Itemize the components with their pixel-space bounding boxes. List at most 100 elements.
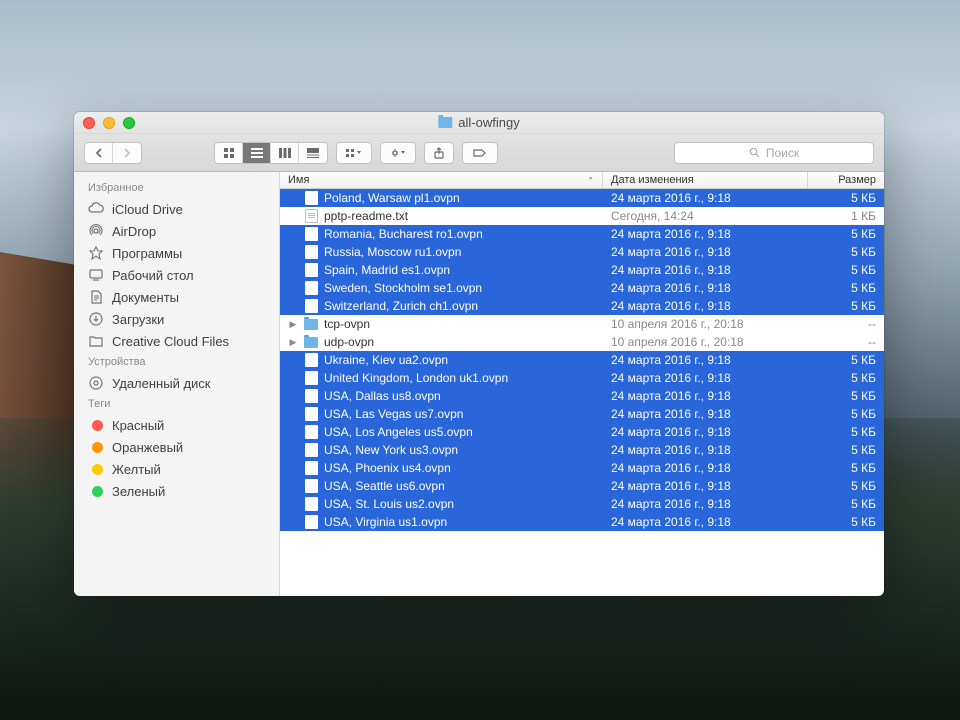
file-date: 24 марта 2016 г., 9:18 <box>603 263 808 277</box>
file-name: USA, Virginia us1.ovpn <box>324 515 447 529</box>
file-row[interactable]: ▶Spain, Madrid es1.ovpn24 марта 2016 г.,… <box>280 261 884 279</box>
file-date: 24 марта 2016 г., 9:18 <box>603 425 808 439</box>
disclosure-triangle-icon[interactable]: ▶ <box>288 319 298 330</box>
sidebar-item[interactable]: AirDrop <box>74 220 279 242</box>
ovpn-icon <box>304 443 318 457</box>
file-name: USA, New York us3.ovpn <box>324 443 458 457</box>
file-date: 24 марта 2016 г., 9:18 <box>603 461 808 475</box>
sidebar-item[interactable]: Рабочий стол <box>74 264 279 286</box>
file-row[interactable]: ▶pptp-readme.txtСегодня, 14:241 КБ <box>280 207 884 225</box>
file-row[interactable]: ▶United Kingdom, London uk1.ovpn24 марта… <box>280 369 884 387</box>
file-name: USA, Seattle us6.ovpn <box>324 479 445 493</box>
file-row[interactable]: ▶USA, Dallas us8.ovpn24 марта 2016 г., 9… <box>280 387 884 405</box>
sort-indicator-icon: ⌃ <box>587 176 594 185</box>
search-field[interactable]: Поиск <box>674 142 874 164</box>
file-date: 24 марта 2016 г., 9:18 <box>603 389 808 403</box>
file-name: pptp-readme.txt <box>324 209 408 223</box>
file-name: USA, Dallas us8.ovpn <box>324 389 441 403</box>
ovpn-icon <box>304 479 318 493</box>
tags-button[interactable] <box>463 143 497 163</box>
disclosure-triangle-icon[interactable]: ▶ <box>288 337 298 348</box>
file-size: 5 КБ <box>808 407 884 421</box>
column-size[interactable]: Размер <box>808 172 884 188</box>
file-row[interactable]: ▶USA, New York us3.ovpn24 марта 2016 г.,… <box>280 441 884 459</box>
sidebar-item[interactable]: Красный <box>74 414 279 436</box>
file-date: 24 марта 2016 г., 9:18 <box>603 227 808 241</box>
sidebar-item-label: iCloud Drive <box>112 202 183 217</box>
txt-icon <box>304 209 318 223</box>
view-icons-button[interactable] <box>215 143 243 163</box>
file-row[interactable]: ▶udp-ovpn10 апреля 2016 г., 20:18-- <box>280 333 884 351</box>
close-button[interactable] <box>83 117 95 129</box>
file-name: tcp-ovpn <box>324 317 370 331</box>
sidebar-item[interactable]: Creative Cloud Files <box>74 330 279 352</box>
sidebar-item[interactable]: Программы <box>74 242 279 264</box>
sidebar-item-label: Программы <box>112 246 182 261</box>
share-button[interactable] <box>425 143 453 163</box>
back-button[interactable] <box>85 143 113 163</box>
file-row[interactable]: ▶USA, Seattle us6.ovpn24 марта 2016 г., … <box>280 477 884 495</box>
traffic-lights <box>74 117 135 129</box>
file-row[interactable]: ▶USA, Phoenix us4.ovpn24 марта 2016 г., … <box>280 459 884 477</box>
column-name[interactable]: Имя⌃ <box>280 172 603 188</box>
file-row[interactable]: ▶Sweden, Stockholm se1.ovpn24 марта 2016… <box>280 279 884 297</box>
ovpn-icon <box>304 281 318 295</box>
file-name: United Kingdom, London uk1.ovpn <box>324 371 508 385</box>
ovpn-icon <box>304 461 318 475</box>
file-size: 5 КБ <box>808 479 884 493</box>
column-date[interactable]: Дата изменения <box>603 172 808 188</box>
file-list[interactable]: ▶Poland, Warsaw pl1.ovpn24 марта 2016 г.… <box>280 189 884 596</box>
view-list-button[interactable] <box>243 143 271 163</box>
file-date: 24 марта 2016 г., 9:18 <box>603 407 808 421</box>
file-size: 5 КБ <box>808 515 884 529</box>
sidebar-item[interactable]: Удаленный диск <box>74 372 279 394</box>
file-name: Spain, Madrid es1.ovpn <box>324 263 450 277</box>
file-name: USA, Los Angeles us5.ovpn <box>324 425 473 439</box>
file-row[interactable]: ▶tcp-ovpn10 апреля 2016 г., 20:18-- <box>280 315 884 333</box>
nav-buttons <box>84 142 142 164</box>
arrange-button[interactable] <box>337 143 371 163</box>
folder-icon <box>304 317 318 331</box>
file-row[interactable]: ▶USA, Virginia us1.ovpn24 марта 2016 г.,… <box>280 513 884 531</box>
sidebar-item[interactable]: Документы <box>74 286 279 308</box>
file-size: -- <box>808 335 884 349</box>
view-coverflow-button[interactable] <box>299 143 327 163</box>
file-row[interactable]: ▶Ukraine, Kiev ua2.ovpn24 марта 2016 г.,… <box>280 351 884 369</box>
file-row[interactable]: ▶USA, St. Louis us2.ovpn24 марта 2016 г.… <box>280 495 884 513</box>
sidebar-item[interactable]: Загрузки <box>74 308 279 330</box>
tag-icon <box>88 461 104 477</box>
file-date: 10 апреля 2016 г., 20:18 <box>603 317 808 331</box>
folder-icon <box>438 117 452 128</box>
ovpn-icon <box>304 407 318 421</box>
file-row[interactable]: ▶Switzerland, Zurich ch1.ovpn24 марта 20… <box>280 297 884 315</box>
file-row[interactable]: ▶Russia, Moscow ru1.ovpn24 марта 2016 г.… <box>280 243 884 261</box>
file-size: 5 КБ <box>808 227 884 241</box>
file-date: 24 марта 2016 г., 9:18 <box>603 371 808 385</box>
minimize-button[interactable] <box>103 117 115 129</box>
ovpn-icon <box>304 245 318 259</box>
cloud-icon <box>88 201 104 217</box>
file-name: udp-ovpn <box>324 335 374 349</box>
sidebar-item-label: Документы <box>112 290 179 305</box>
sidebar-section-header: Устройства <box>74 352 279 372</box>
forward-button[interactable] <box>113 143 141 163</box>
sidebar-item[interactable]: Оранжевый <box>74 436 279 458</box>
sidebar-item[interactable]: Желтый <box>74 458 279 480</box>
action-button[interactable] <box>381 143 415 163</box>
titlebar[interactable]: all-owfingy <box>74 112 884 134</box>
sidebar-item-label: AirDrop <box>112 224 156 239</box>
file-size: 5 КБ <box>808 281 884 295</box>
file-row[interactable]: ▶USA, Las Vegas us7.ovpn24 марта 2016 г.… <box>280 405 884 423</box>
file-name: Switzerland, Zurich ch1.ovpn <box>324 299 478 313</box>
sidebar-item-label: Красный <box>112 418 164 433</box>
file-size: 5 КБ <box>808 353 884 367</box>
sidebar-item[interactable]: Зеленый <box>74 480 279 502</box>
file-size: 5 КБ <box>808 299 884 313</box>
zoom-button[interactable] <box>123 117 135 129</box>
file-size: 5 КБ <box>808 497 884 511</box>
file-row[interactable]: ▶USA, Los Angeles us5.ovpn24 марта 2016 … <box>280 423 884 441</box>
sidebar-item[interactable]: iCloud Drive <box>74 198 279 220</box>
view-columns-button[interactable] <box>271 143 299 163</box>
file-row[interactable]: ▶Romania, Bucharest ro1.ovpn24 марта 201… <box>280 225 884 243</box>
file-row[interactable]: ▶Poland, Warsaw pl1.ovpn24 марта 2016 г.… <box>280 189 884 207</box>
